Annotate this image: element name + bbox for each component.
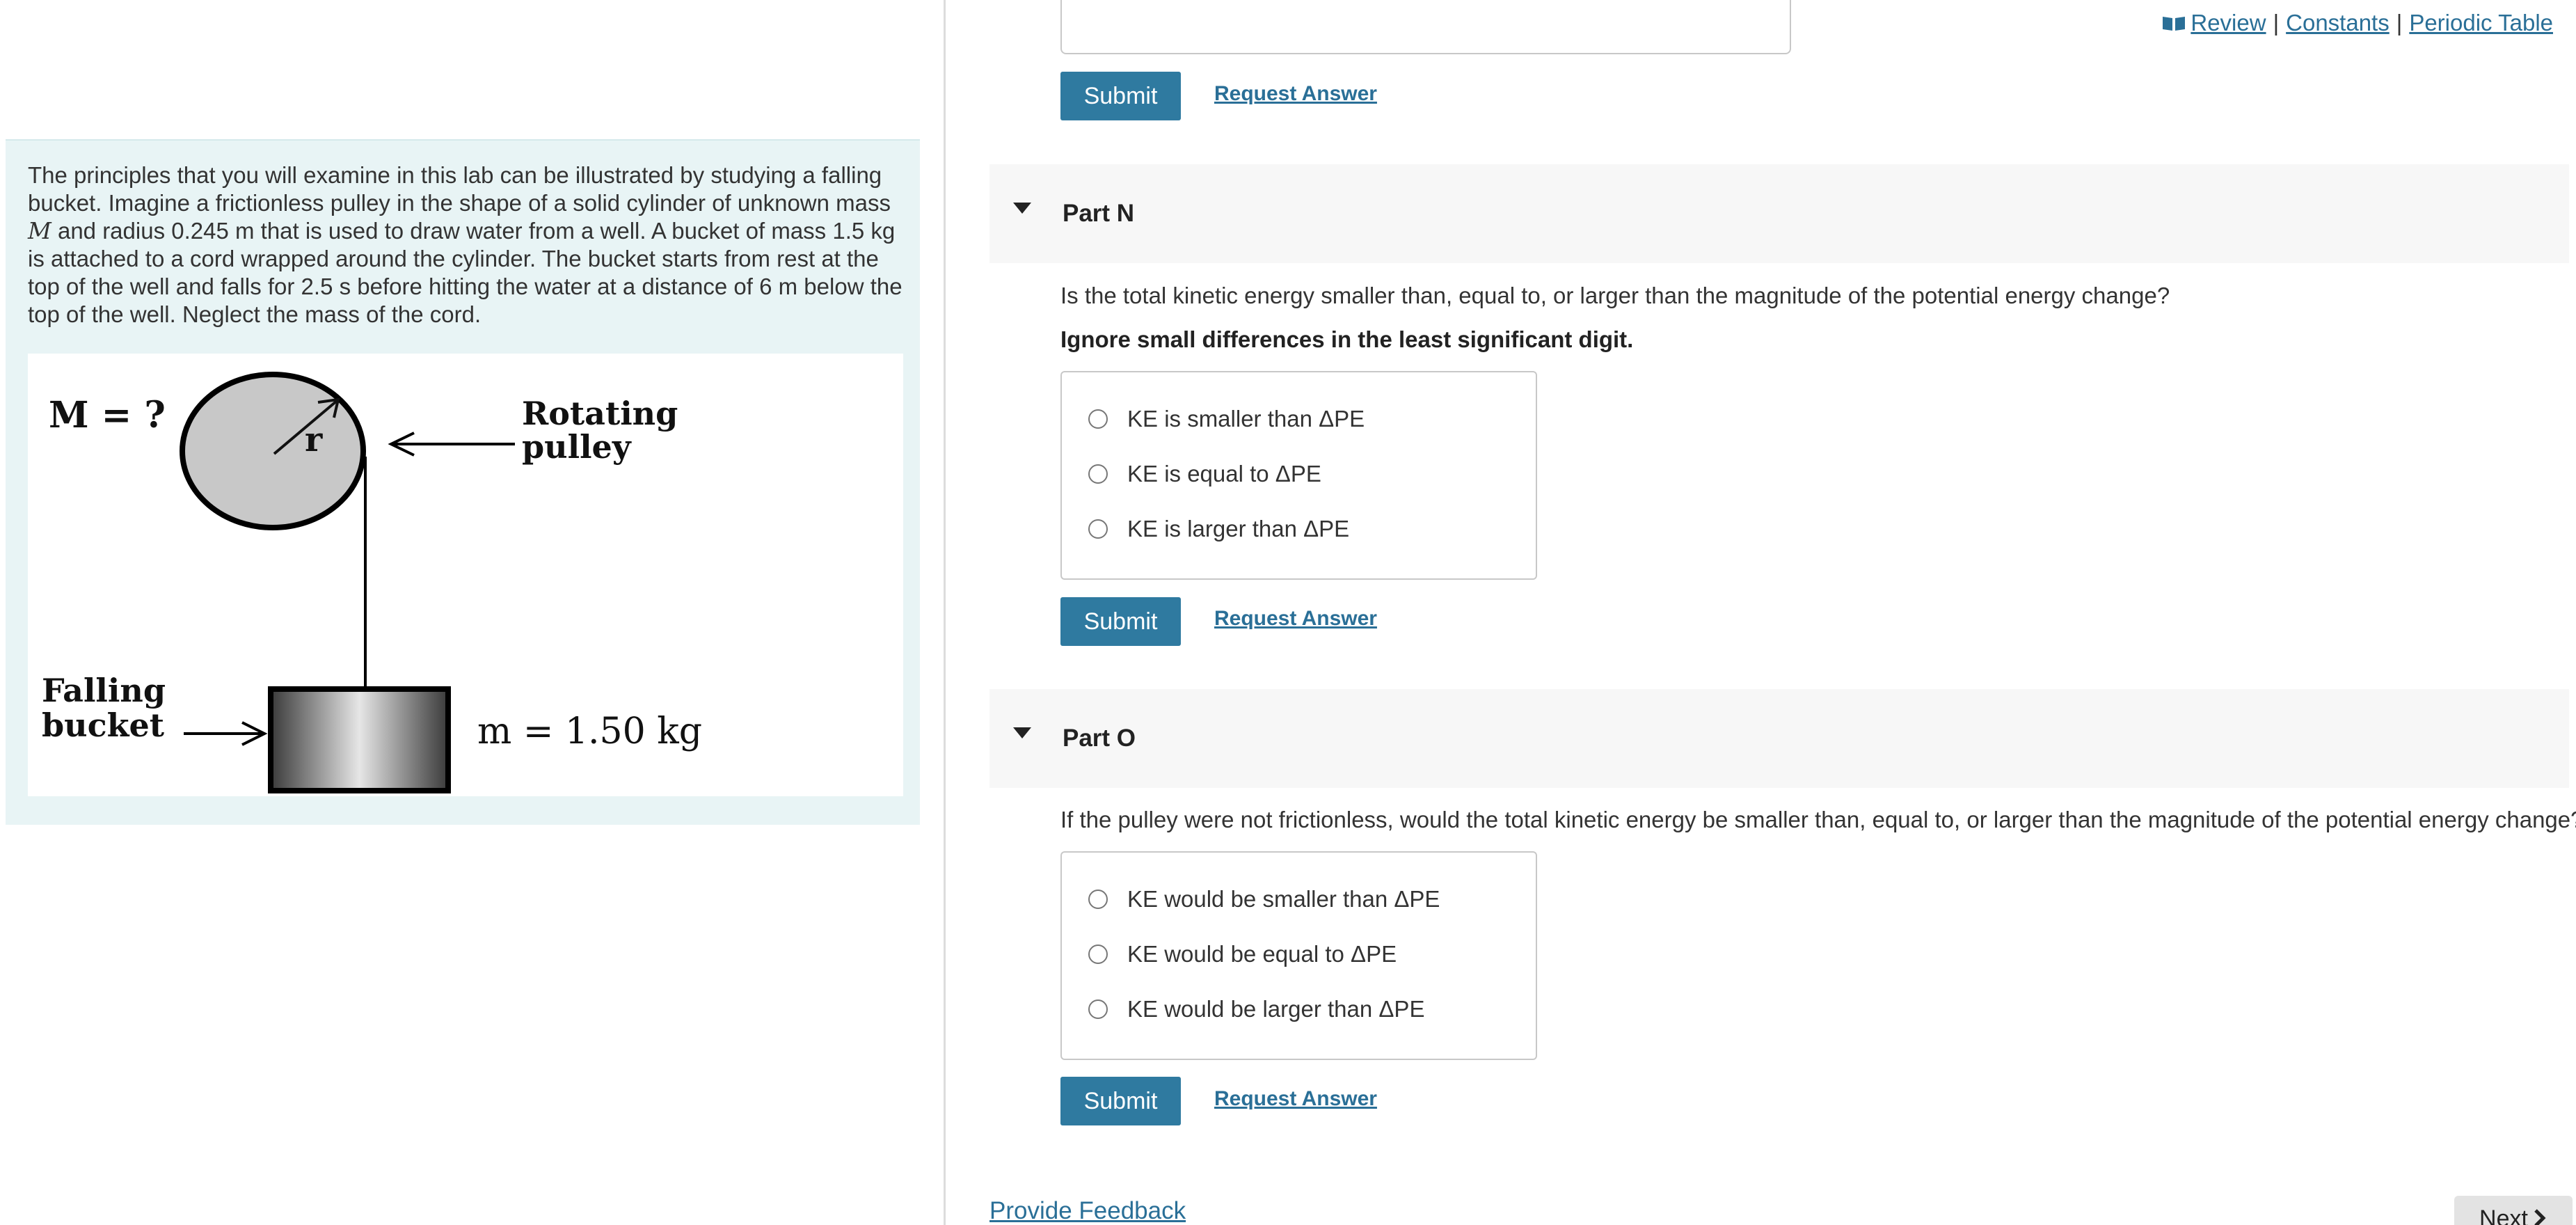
constants-link[interactable]: Constants xyxy=(2286,10,2390,35)
bucket-mass-label: m = 1.50 kg xyxy=(477,711,702,752)
choice-item[interactable]: KE would be larger than ΔPE xyxy=(1088,995,1424,1023)
pulley-figure: M = ? r Rotating pulley Falling bucket m… xyxy=(28,354,903,796)
choice-item[interactable]: KE would be equal to ΔPE xyxy=(1088,940,1397,968)
caret-down-icon xyxy=(1013,727,1031,738)
part-n-choices: KE is smaller than ΔPE KE is equal to ΔP… xyxy=(1060,371,1537,580)
radius-label: r xyxy=(305,420,323,459)
part-o-question: If the pulley were not frictionless, wou… xyxy=(1060,807,2576,832)
pulley-label-1: Rotating xyxy=(522,395,678,432)
radio-button[interactable] xyxy=(1088,890,1108,909)
request-answer-link-part-o[interactable]: Request Answer xyxy=(1214,1087,1377,1111)
mass-symbol: M xyxy=(28,217,51,244)
radio-button[interactable] xyxy=(1088,999,1108,1019)
review-link-label: Review xyxy=(2191,10,2266,35)
choice-label: KE would be equal to ΔPE xyxy=(1127,941,1397,967)
part-o-header[interactable]: Part O xyxy=(989,689,2569,788)
part-o-choices: KE would be smaller than ΔPE KE would be… xyxy=(1060,851,1537,1060)
radio-button[interactable] xyxy=(1088,945,1108,964)
pulley-label-2: pulley xyxy=(522,428,632,466)
part-o-title: Part O xyxy=(1063,725,1136,752)
left-pane: The principles that you will examine in … xyxy=(0,0,944,1225)
choice-label: KE is smaller than ΔPE xyxy=(1127,406,1365,432)
book-icon xyxy=(2163,17,2186,31)
choice-label: KE is equal to ΔPE xyxy=(1127,461,1321,487)
right-pane: Review | Constants | Periodic Table Submit R… xyxy=(946,0,2576,1225)
bucket xyxy=(268,686,451,793)
submit-button-part-n[interactable]: Submit xyxy=(1060,597,1181,646)
periodic-table-link[interactable]: Periodic Table xyxy=(2409,10,2553,35)
part-n-question: Is the total kinetic energy smaller than… xyxy=(1060,283,2170,308)
previous-answer-field[interactable] xyxy=(1060,0,1791,54)
radio-button[interactable] xyxy=(1088,409,1108,429)
next-label: Next xyxy=(2479,1206,2528,1225)
part-n-note: Ignore small differences in the least si… xyxy=(1060,326,1634,352)
pulley-disk xyxy=(180,372,366,530)
choice-item[interactable]: KE would be smaller than ΔPE xyxy=(1088,885,1440,913)
provide-feedback-link[interactable]: Provide Feedback xyxy=(989,1197,1186,1225)
intro-panel: The principles that you will examine in … xyxy=(6,139,920,825)
request-answer-link-prev[interactable]: Request Answer xyxy=(1214,82,1377,106)
choice-item[interactable]: KE is smaller than ΔPE xyxy=(1088,405,1365,433)
radio-button[interactable] xyxy=(1088,519,1108,539)
choice-item[interactable]: KE is larger than ΔPE xyxy=(1088,515,1349,543)
choice-label: KE is larger than ΔPE xyxy=(1127,516,1350,542)
link-separator: | xyxy=(2396,10,2403,35)
next-button[interactable]: Next xyxy=(2454,1196,2573,1225)
submit-button-prev[interactable]: Submit xyxy=(1060,72,1181,120)
radio-button[interactable] xyxy=(1088,464,1108,484)
choice-label: KE would be larger than ΔPE xyxy=(1127,996,1425,1022)
request-answer-link-part-n[interactable]: Request Answer xyxy=(1214,607,1377,631)
choice-item[interactable]: KE is equal to ΔPE xyxy=(1088,460,1321,488)
chevron-right-icon xyxy=(2534,1209,2546,1225)
choice-label: KE would be smaller than ΔPE xyxy=(1127,886,1440,912)
caret-down-icon xyxy=(1013,203,1031,214)
review-link[interactable]: Review xyxy=(2161,10,2266,35)
bucket-label-1: Falling xyxy=(42,672,166,709)
mass-label: M = ? xyxy=(49,394,166,436)
header-links: Review | Constants | Periodic Table xyxy=(2161,10,2553,36)
part-n-title: Part N xyxy=(1063,200,1135,227)
bucket-label-2: bucket xyxy=(42,706,165,744)
intro-text: The principles that you will examine in … xyxy=(28,161,905,329)
submit-button-part-o[interactable]: Submit xyxy=(1060,1077,1181,1125)
link-separator: | xyxy=(2273,10,2280,35)
part-n-header[interactable]: Part N xyxy=(989,164,2569,263)
intro-text-2: and radius 0.245 m that is used to draw … xyxy=(28,218,903,327)
intro-text-1: The principles that you will examine in … xyxy=(28,162,891,216)
pulley-diagram: M = ? r Rotating pulley Falling bucket m… xyxy=(42,372,702,793)
